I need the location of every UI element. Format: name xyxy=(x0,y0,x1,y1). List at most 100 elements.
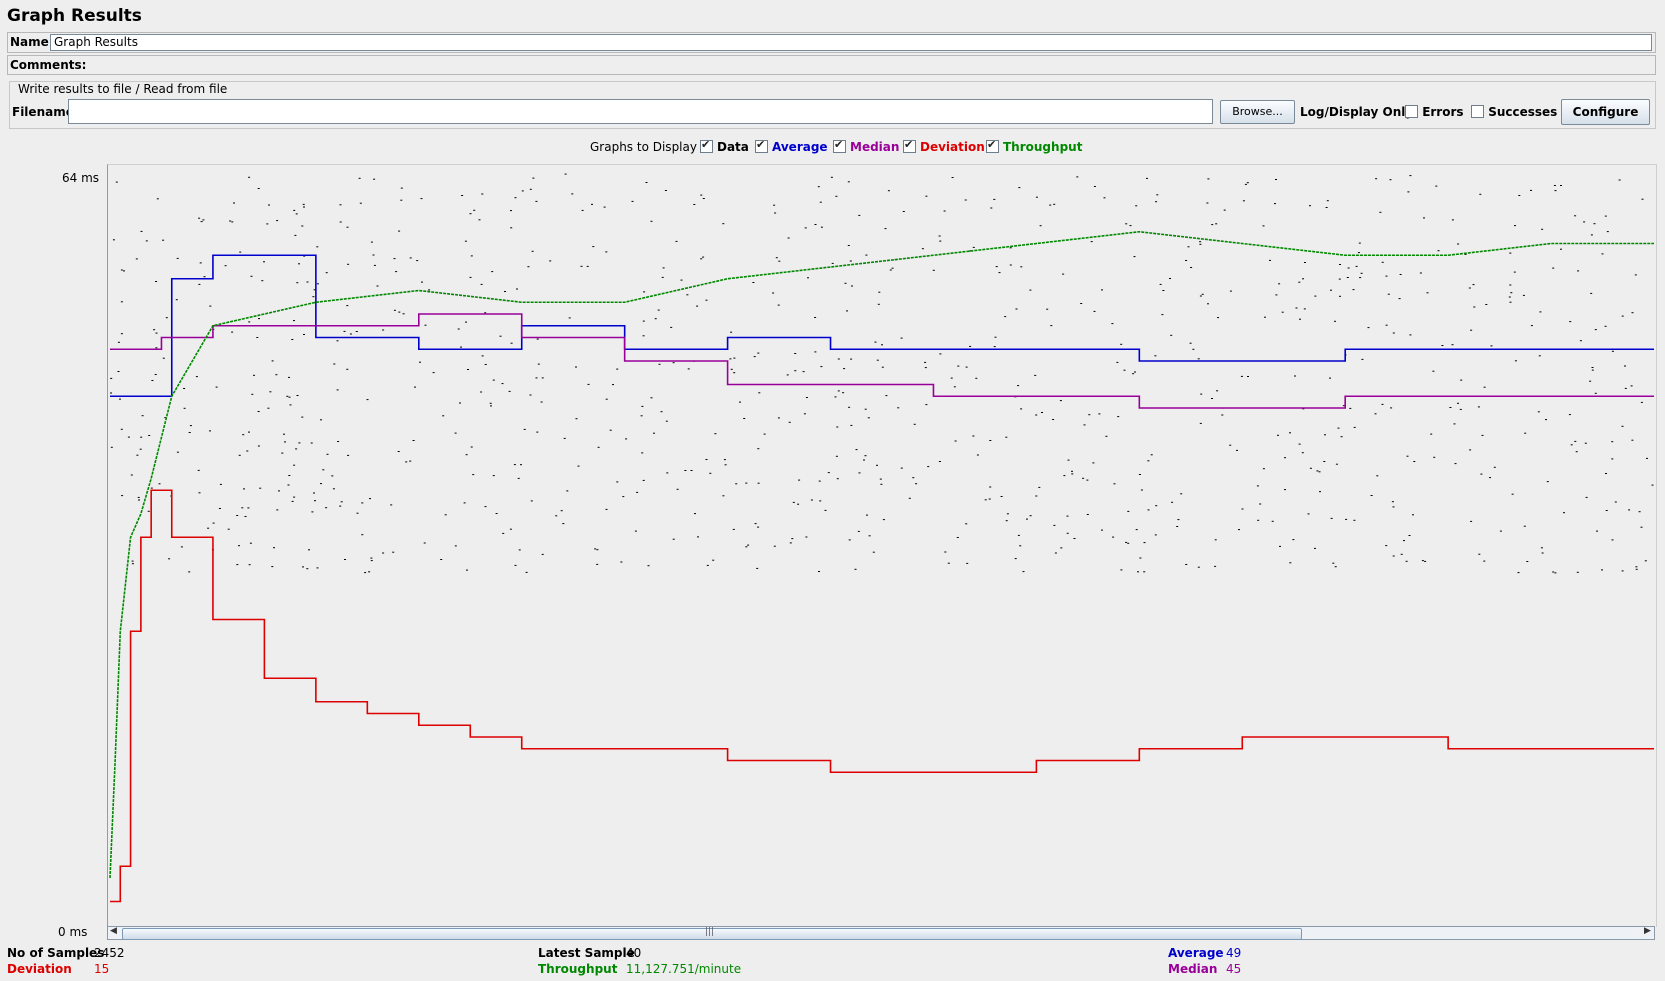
data-point xyxy=(1238,529,1240,531)
data-point xyxy=(807,277,809,279)
throughput-option[interactable]: Throughput xyxy=(986,138,1082,154)
data-point xyxy=(805,397,808,398)
data-point xyxy=(1604,325,1607,327)
data-checkbox[interactable] xyxy=(700,138,713,153)
data-point xyxy=(1409,334,1412,336)
data-point xyxy=(521,190,524,192)
scroll-left-arrow[interactable]: ◀ xyxy=(110,926,117,936)
horizontal-scrollbar[interactable]: ◀ ||| ▶ xyxy=(107,926,1655,940)
data-point xyxy=(145,240,148,242)
data-point xyxy=(835,195,838,197)
data-point xyxy=(325,272,328,274)
graphs-to-display-label: Graphs to Display xyxy=(590,140,697,154)
data-point xyxy=(1155,201,1158,203)
data-point xyxy=(951,177,954,178)
data-point xyxy=(956,537,959,538)
data-point xyxy=(231,221,234,223)
data-point xyxy=(514,564,517,566)
data-point xyxy=(316,567,319,569)
data-point xyxy=(373,178,376,180)
data-point xyxy=(1223,209,1226,211)
data-point xyxy=(168,558,171,560)
data-point xyxy=(616,368,619,370)
data-point xyxy=(1570,444,1573,446)
errors-checkbox[interactable]: Errors xyxy=(1405,105,1464,119)
filename-input[interactable] xyxy=(68,99,1213,124)
data-point xyxy=(218,508,221,509)
data-point xyxy=(653,432,655,434)
data-point xyxy=(414,386,416,388)
data-point xyxy=(998,272,1001,274)
data-point xyxy=(339,505,342,507)
deviation-checkbox[interactable] xyxy=(903,138,916,153)
data-point xyxy=(510,227,513,229)
data-point xyxy=(540,401,543,403)
data-point xyxy=(370,241,373,243)
data-point xyxy=(393,258,396,260)
data-point xyxy=(138,499,140,501)
median-option[interactable]: Median xyxy=(833,138,899,154)
scroll-right-arrow[interactable]: ▶ xyxy=(1644,926,1651,936)
data-point xyxy=(1214,539,1217,541)
errors-checkbox-box[interactable] xyxy=(1405,105,1418,118)
data-point xyxy=(814,317,817,318)
data-point xyxy=(709,472,712,474)
data-point xyxy=(778,260,781,262)
data-point xyxy=(1352,289,1355,291)
data-point xyxy=(421,281,423,283)
data-point xyxy=(612,384,614,386)
browse-button[interactable]: Browse... xyxy=(1220,100,1295,124)
data-point xyxy=(824,509,827,511)
data-point xyxy=(238,454,241,456)
data-point xyxy=(1046,308,1049,310)
data-point xyxy=(198,217,201,219)
data-point xyxy=(752,282,755,283)
data-point xyxy=(1281,311,1284,313)
data-point xyxy=(794,370,797,372)
data-point xyxy=(908,497,911,499)
data-point xyxy=(581,209,584,211)
data-point xyxy=(925,404,928,406)
data-point xyxy=(866,514,868,516)
data-point xyxy=(1628,509,1631,511)
data-point xyxy=(672,362,675,364)
data-point xyxy=(442,415,445,417)
data-point xyxy=(1480,473,1483,475)
data-point xyxy=(162,239,165,241)
successes-label: Successes xyxy=(1488,105,1558,119)
data-point xyxy=(874,341,877,343)
data-point xyxy=(1146,177,1148,179)
scroll-thumb[interactable]: ||| xyxy=(122,927,1302,940)
configure-button[interactable]: Configure xyxy=(1561,99,1650,125)
data-point xyxy=(358,177,361,179)
data-point xyxy=(1324,434,1326,436)
median-stat-label: Median xyxy=(1168,962,1218,976)
throughput-checkbox[interactable] xyxy=(986,138,999,153)
successes-checkbox-box[interactable] xyxy=(1471,105,1484,118)
data-point xyxy=(714,433,717,435)
data-point xyxy=(322,469,325,471)
data-point xyxy=(398,311,401,313)
comments-row[interactable]: Comments: xyxy=(7,55,1656,75)
name-input[interactable]: Graph Results xyxy=(50,34,1652,51)
data-point xyxy=(1624,387,1627,389)
average-option[interactable]: Average xyxy=(755,138,828,154)
data-option[interactable]: Data xyxy=(700,138,749,154)
data-point xyxy=(647,565,650,567)
median-checkbox[interactable] xyxy=(833,138,846,153)
data-point xyxy=(491,271,494,273)
average-checkbox[interactable] xyxy=(755,138,768,153)
data-point xyxy=(200,221,203,223)
data-point xyxy=(641,452,644,454)
data-point xyxy=(1014,558,1017,560)
data-point xyxy=(1604,215,1607,217)
data-point xyxy=(520,464,522,466)
data-point xyxy=(1101,289,1103,291)
data-point xyxy=(347,454,350,456)
data-point xyxy=(535,200,538,202)
data-point xyxy=(1113,483,1116,485)
data-point xyxy=(897,407,900,409)
deviation-option[interactable]: Deviation xyxy=(903,138,985,154)
data-point xyxy=(989,486,992,488)
successes-checkbox[interactable]: Successes xyxy=(1471,105,1557,119)
